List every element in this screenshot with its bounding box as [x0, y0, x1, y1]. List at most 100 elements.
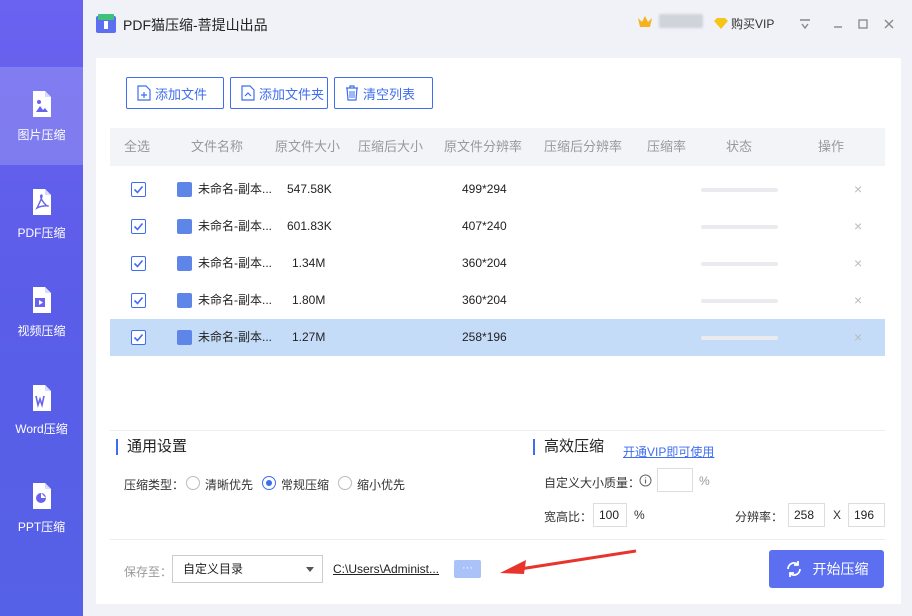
row-checkbox[interactable]: [131, 219, 146, 234]
crown-icon: [638, 16, 652, 27]
settings-divider: [110, 430, 885, 431]
start-compress-button[interactable]: 开始压缩: [769, 550, 884, 588]
ppt-file-icon: [32, 482, 51, 509]
resolution-label: 分辨率：: [735, 510, 784, 524]
table-row[interactable]: 未命名-副本... 1.34M 360*204 ×: [110, 245, 885, 282]
user-account[interactable]: [637, 14, 703, 28]
table-row[interactable]: 未命名-副本... 601.83K 407*240 ×: [110, 208, 885, 245]
sidebar-item-pdf-compress[interactable]: PDF压缩: [0, 165, 83, 263]
original-resolution: 407*240: [462, 219, 507, 233]
delete-icon[interactable]: ×: [854, 171, 862, 208]
trash-icon: [346, 85, 358, 101]
quality-input[interactable]: [657, 468, 693, 492]
diamond-icon: [714, 18, 728, 29]
image-file-icon: [32, 90, 51, 117]
row-checkbox[interactable]: [131, 256, 146, 271]
original-resolution: 499*294: [462, 182, 507, 196]
title-bar: PDF猫压缩-菩提山出品 购买VIP: [83, 0, 912, 48]
add-file-button[interactable]: 添加文件: [126, 77, 224, 109]
sidebar-item-label: Word压缩: [15, 421, 68, 436]
sidebar: 图片压缩 PDF压缩 视频压缩 Word压缩 PPT压缩: [0, 0, 83, 616]
progress-bar: [701, 262, 778, 266]
original-resolution: 360*204: [462, 256, 507, 270]
app-title: PDF猫压缩-菩提山出品: [123, 17, 268, 33]
save-location-select[interactable]: 自定义目录: [172, 555, 323, 583]
sidebar-item-ppt-compress[interactable]: PPT压缩: [0, 459, 83, 557]
original-resolution: 360*204: [462, 293, 507, 307]
table-header: 全选 文件名称 原文件大小 压缩后大小 原文件分辨率 压缩后分辨率 压缩率 状态…: [110, 128, 885, 166]
file-name: 未命名-副本...: [198, 182, 272, 196]
sidebar-item-label: PDF压缩: [17, 225, 66, 240]
check-icon: [133, 296, 144, 305]
save-to-label: 保存至：: [124, 565, 173, 579]
video-file-icon: [32, 286, 51, 313]
original-size: 1.80M: [292, 293, 326, 307]
buy-vip-link[interactable]: 购买VIP: [713, 15, 774, 32]
original-size: 547.58K: [287, 182, 332, 196]
info-icon[interactable]: [639, 474, 652, 487]
column-header: 原文件分辨率: [444, 139, 523, 154]
user-name-blurred: [659, 14, 703, 28]
check-icon: [133, 185, 144, 194]
column-header: 原文件大小: [275, 139, 341, 154]
radio-shrink-first[interactable]: [338, 476, 352, 490]
add-folder-label: 添加文件夹: [259, 86, 325, 102]
chevron-down-icon: [306, 567, 314, 572]
column-header: 压缩后分辨率: [544, 139, 623, 154]
row-checkbox[interactable]: [131, 293, 146, 308]
radio-normal-compress[interactable]: [262, 476, 276, 490]
aspect-ratio-unit: %: [634, 508, 645, 522]
add-folder-button[interactable]: 添加文件夹: [230, 77, 328, 109]
quality-unit: %: [699, 474, 710, 488]
row-checkbox[interactable]: [131, 330, 146, 345]
maximize-icon[interactable]: [853, 14, 873, 34]
radio-clarity-first[interactable]: [186, 476, 200, 490]
sidebar-item-video-compress[interactable]: 视频压缩: [0, 263, 83, 361]
add-file-label: 添加文件: [155, 86, 208, 102]
delete-icon[interactable]: ×: [854, 208, 862, 245]
close-icon[interactable]: [879, 14, 899, 34]
file-name: 未命名-副本...: [198, 293, 272, 307]
file-name: 未命名-副本...: [198, 256, 272, 270]
image-thumbnail-icon: [177, 293, 192, 308]
refresh-icon: [786, 561, 801, 577]
word-file-icon: [32, 384, 51, 411]
table-row[interactable]: 未命名-副本... 547.58K 499*294 ×: [110, 171, 885, 208]
advanced-compress-title: 高效压缩: [533, 439, 604, 455]
browse-path-button[interactable]: ···: [454, 560, 481, 578]
sidebar-item-label: 图片压缩: [17, 127, 66, 142]
table-row-selected[interactable]: 未命名-副本... 1.27M 258*196 ×: [110, 319, 885, 356]
pdf-file-icon: [32, 188, 51, 215]
output-path-link[interactable]: C:\Users\Administ...: [333, 562, 439, 576]
progress-bar: [701, 225, 778, 229]
menu-icon[interactable]: [795, 14, 815, 34]
check-icon: [133, 333, 144, 342]
delete-icon[interactable]: ×: [854, 245, 862, 282]
original-size: 601.83K: [287, 219, 332, 233]
table-row[interactable]: 未命名-副本... 1.80M 360*204 ×: [110, 282, 885, 319]
sidebar-item-label: 视频压缩: [17, 323, 66, 338]
delete-icon[interactable]: ×: [854, 319, 862, 356]
image-thumbnail-icon: [177, 219, 192, 234]
main-panel: 添加文件 添加文件夹 清空列表 全选 文件名称 原文件大小 压缩后大小 原文件分…: [96, 58, 901, 604]
select-all-header[interactable]: 全选: [124, 128, 150, 165]
open-vip-link[interactable]: 开通VIP即可使用: [623, 443, 714, 460]
column-header: 压缩率: [647, 139, 687, 154]
original-resolution: 258*196: [462, 330, 507, 344]
resolution-width-input[interactable]: 258: [788, 503, 825, 527]
resolution-separator: X: [833, 508, 842, 522]
save-location-value: 自定义目录: [183, 562, 244, 576]
resolution-height-input[interactable]: 196: [848, 503, 885, 527]
original-size: 1.27M: [292, 330, 326, 344]
radio-label: 缩小优先: [357, 478, 406, 492]
sidebar-item-word-compress[interactable]: Word压缩: [0, 361, 83, 459]
clear-list-button[interactable]: 清空列表: [334, 77, 433, 109]
minimize-icon[interactable]: [828, 14, 848, 34]
sidebar-item-label: PPT压缩: [17, 519, 66, 534]
sidebar-item-image-compress[interactable]: 图片压缩: [0, 67, 83, 165]
file-table: 全选 文件名称 原文件大小 压缩后大小 原文件分辨率 压缩后分辨率 压缩率 状态…: [110, 128, 885, 356]
delete-icon[interactable]: ×: [854, 282, 862, 319]
add-folder-icon: [241, 85, 255, 101]
aspect-ratio-input[interactable]: 100: [593, 503, 627, 527]
row-checkbox[interactable]: [131, 182, 146, 197]
